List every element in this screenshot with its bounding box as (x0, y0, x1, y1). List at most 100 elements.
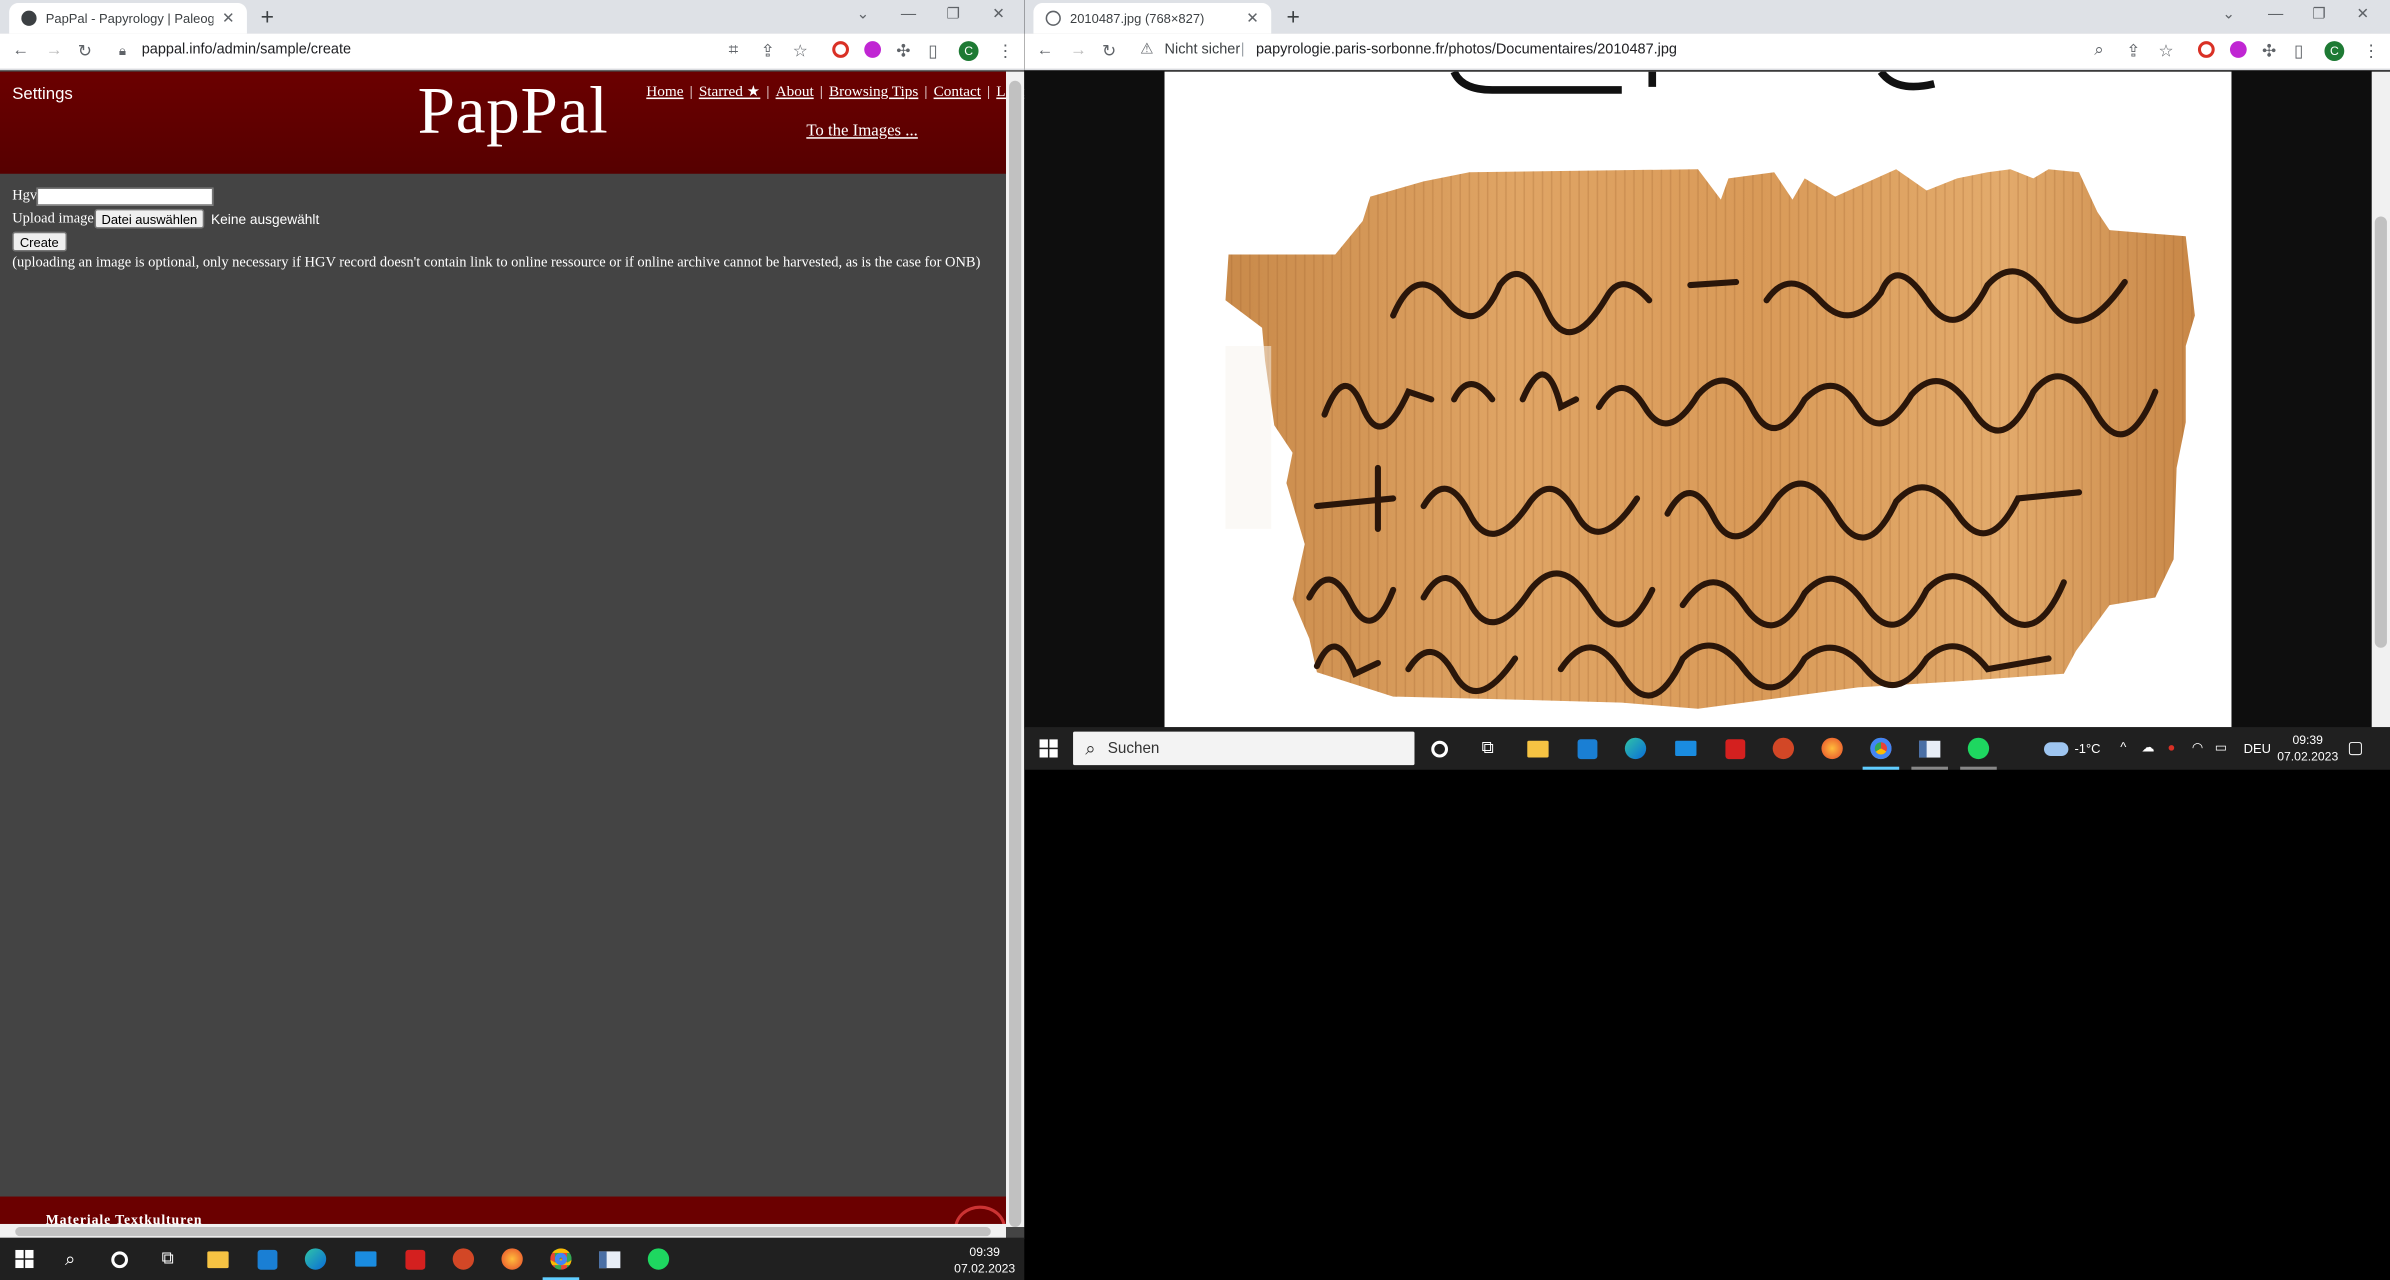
spotify-icon[interactable] (1965, 735, 1992, 762)
extension-red-icon[interactable] (2197, 41, 2215, 58)
extensions-puzzle-icon[interactable]: ✣ (896, 41, 910, 61)
nav-starred[interactable]: Starred ★ (699, 84, 760, 101)
bookmark-star-icon[interactable]: ☆ (2158, 41, 2173, 61)
right-address-bar[interactable]: papyrologie.paris-sorbonne.fr/photos/Doc… (1256, 41, 1677, 58)
share-icon[interactable]: ⇪ (2126, 41, 2140, 61)
restore-icon[interactable]: ❐ (947, 6, 961, 23)
new-tab-icon[interactable]: + (261, 5, 274, 31)
minimize-icon[interactable]: — (901, 6, 916, 23)
bookmark-star-icon[interactable]: ☆ (793, 41, 808, 61)
acrobat-icon[interactable] (401, 1245, 428, 1272)
minimize-icon[interactable]: — (2268, 6, 2283, 23)
forward-icon[interactable]: → (1070, 41, 1087, 59)
app-window-icon[interactable] (1916, 735, 1943, 762)
weather-cloud-icon[interactable] (2042, 735, 2069, 762)
extension-purple-icon[interactable] (2229, 41, 2247, 58)
wifi-icon[interactable]: ◠ (2192, 739, 2203, 756)
close-tab-icon[interactable]: ✕ (222, 10, 235, 27)
hgv-input[interactable] (37, 186, 214, 206)
acrobat-icon[interactable] (1721, 735, 1748, 762)
warning-icon[interactable]: ⚠ (1140, 41, 1154, 58)
nav-home[interactable]: Home (646, 84, 683, 101)
profile-avatar[interactable]: C (958, 41, 979, 61)
file-explorer-icon[interactable] (204, 1245, 231, 1272)
notifications-icon[interactable]: ▢ (2347, 738, 2363, 757)
right-clock[interactable]: 09:39 07.02.2023 (2277, 732, 2338, 766)
left-active-tab[interactable]: PapPal - Papyrology | Paleograph ✕ (9, 3, 247, 34)
reload-icon[interactable]: ↻ (1102, 41, 1116, 61)
extensions-puzzle-icon[interactable]: ✣ (2262, 41, 2276, 61)
nav-contact[interactable]: Contact (934, 84, 981, 101)
menu-kebab-icon[interactable]: ⋮ (2363, 41, 2380, 61)
side-panel-icon[interactable]: ▯ (928, 41, 937, 61)
antivirus-icon[interactable]: ● (2167, 739, 2175, 754)
extension-purple-icon[interactable] (864, 41, 882, 58)
close-window-icon[interactable]: ✕ (992, 6, 1005, 23)
chevron-down-icon[interactable]: ⌄ (857, 6, 870, 23)
left-address-bar[interactable]: pappal.info/admin/sample/create (142, 41, 351, 58)
task-view-icon[interactable]: ⧉ (154, 1245, 181, 1272)
tray-chevron-icon[interactable]: ^ (2120, 739, 2126, 754)
right-toolbar: ← → ↻ ⚠ Nicht sicher | papyrologie.paris… (1024, 33, 2390, 71)
mail-icon[interactable] (352, 1245, 379, 1272)
settings-link[interactable]: Settings (12, 85, 73, 103)
search-icon[interactable]: ⌕ (56, 1245, 83, 1272)
mail-icon[interactable] (1672, 735, 1699, 762)
right-vertical-scrollbar[interactable] (2371, 71, 2390, 729)
share-icon[interactable]: ⇪ (761, 41, 775, 61)
edge-icon[interactable] (1622, 735, 1649, 762)
cortana-icon[interactable] (1425, 735, 1452, 762)
language-indicator[interactable]: DEU (2244, 741, 2271, 756)
choose-file-button[interactable]: Datei auswählen (93, 208, 205, 229)
store-icon[interactable] (1573, 735, 1600, 762)
extension-red-icon[interactable] (832, 41, 849, 58)
left-horizontal-scroll-thumb[interactable] (15, 1227, 991, 1237)
battery-icon[interactable]: ▭ (2215, 739, 2227, 756)
powerpoint-icon[interactable] (1770, 735, 1797, 762)
close-tab-icon[interactable]: ✕ (1246, 10, 1259, 27)
onedrive-icon[interactable]: ☁ (2142, 739, 2155, 756)
powerpoint-icon[interactable] (450, 1245, 477, 1272)
right-vertical-scroll-thumb[interactable] (2374, 216, 2387, 648)
pappal-logo[interactable]: PapPal (418, 72, 609, 150)
windows-start-icon[interactable] (11, 1245, 38, 1272)
edge-icon[interactable] (302, 1245, 329, 1272)
side-panel-icon[interactable]: ▯ (2294, 41, 2303, 61)
restore-icon[interactable]: ❐ (2312, 6, 2326, 23)
chrome-icon[interactable] (547, 1245, 574, 1272)
close-window-icon[interactable]: ✕ (2356, 6, 2369, 23)
security-label[interactable]: Nicht sicher (1165, 41, 1241, 58)
new-tab-icon[interactable]: + (1286, 5, 1299, 31)
chevron-down-icon[interactable]: ⌄ (2222, 6, 2235, 23)
translate-icon[interactable]: ⌗ (729, 41, 738, 61)
zoom-icon[interactable]: ⌕ (2094, 41, 2103, 61)
profile-avatar[interactable]: C (2324, 41, 2345, 61)
to-the-images-link[interactable]: To the Images ... (806, 122, 918, 140)
menu-kebab-icon[interactable]: ⋮ (997, 41, 1014, 61)
task-view-icon[interactable]: ⧉ (1474, 735, 1501, 762)
file-explorer-icon[interactable] (1524, 735, 1551, 762)
left-clock[interactable]: 09:39 07.02.2023 (954, 1244, 1015, 1278)
create-button[interactable]: Create (12, 231, 67, 252)
firefox-icon[interactable] (498, 1245, 525, 1272)
reload-icon[interactable]: ↻ (78, 41, 92, 61)
spotify-icon[interactable] (645, 1245, 672, 1272)
store-icon[interactable] (253, 1245, 280, 1272)
chrome-icon[interactable] (1867, 735, 1894, 762)
windows-start-icon[interactable] (1035, 735, 1062, 762)
taskbar-search-box[interactable]: ⌕ Suchen (1073, 731, 1415, 766)
nav-browsing-tips[interactable]: Browsing Tips (829, 84, 918, 101)
cortana-icon[interactable] (105, 1245, 132, 1272)
right-active-tab[interactable]: 2010487.jpg (768×827) ✕ (1033, 3, 1272, 34)
weather-temperature[interactable]: -1°C (2074, 741, 2100, 756)
firefox-icon[interactable] (1818, 735, 1845, 762)
lock-icon[interactable]: 🔒︎ (119, 43, 126, 60)
forward-icon[interactable]: → (46, 41, 63, 59)
left-vertical-scroll-thumb[interactable] (1009, 80, 1022, 1228)
nav-about[interactable]: About (776, 84, 814, 101)
back-icon[interactable]: ← (12, 41, 29, 59)
app-window-icon[interactable] (596, 1245, 623, 1272)
left-vertical-scrollbar[interactable] (1005, 71, 1025, 1228)
back-icon[interactable]: ← (1036, 41, 1053, 59)
left-browser-window: PapPal - Papyrology | Paleograph ✕ + ⌄ —… (0, 0, 1025, 1240)
